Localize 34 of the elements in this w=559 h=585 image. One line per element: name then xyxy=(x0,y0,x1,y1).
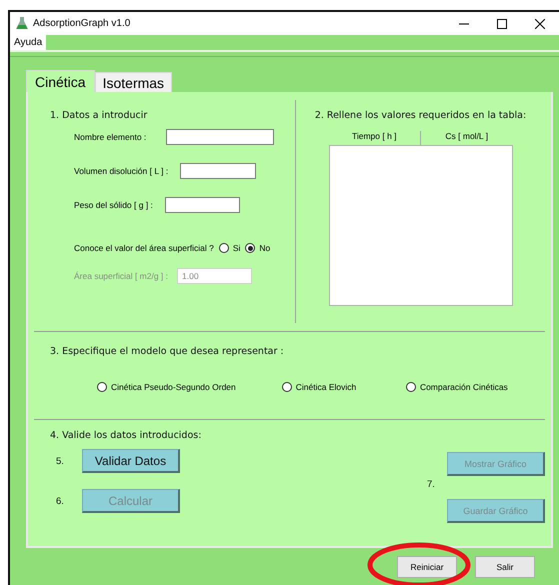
window-title: AdsorptionGraph v1.0 xyxy=(33,18,132,29)
footer-button[interactable]: Salir xyxy=(475,556,535,578)
section-heading: 2. Rellene los valores requeridos en la tabla: xyxy=(314,110,526,121)
radio-label: Cinética Elovich xyxy=(296,382,356,392)
footer-button[interactable]: Reiniciar xyxy=(397,556,457,578)
tab[interactable]: Isotermas xyxy=(94,72,172,92)
section-heading: 1. Datos a introducir xyxy=(50,110,148,121)
radio-button[interactable] xyxy=(245,243,256,253)
section-heading: 3. Especifique el modelo que desea representar : xyxy=(50,346,285,357)
flask-icon xyxy=(16,17,28,30)
radio-button[interactable] xyxy=(97,382,107,392)
step-number: 7. xyxy=(427,478,436,490)
field-label: Nombre elemento : xyxy=(74,132,146,142)
radio-label: Si xyxy=(232,243,240,253)
action-button[interactable]: Validar Datos xyxy=(82,449,180,473)
tab[interactable]: Cinética xyxy=(26,70,95,92)
radio-label: No xyxy=(259,243,270,253)
field-label: Peso del sólido [ g ] : xyxy=(74,200,153,210)
input-field[interactable] xyxy=(166,129,274,145)
radio-button[interactable] xyxy=(282,382,292,392)
radio-label: Cinética Pseudo-Segundo Orden xyxy=(111,382,236,392)
radio-label: Comparación Cinéticas xyxy=(420,382,508,392)
field-label: Área superficial [ m2/g ] : xyxy=(74,271,168,281)
step-number: 6. xyxy=(56,496,65,506)
menu-item[interactable]: Ayuda xyxy=(10,35,46,50)
radio-button[interactable] xyxy=(218,243,229,253)
input-field[interactable] xyxy=(164,197,240,213)
step-number: 5. xyxy=(56,456,65,466)
section-heading: 4. Valide los datos introducidos: xyxy=(50,430,202,441)
question-label: Conoce el valor del área superficial ? xyxy=(74,243,214,253)
radio-button[interactable] xyxy=(406,382,416,392)
column-header: Tiempo [ h ] xyxy=(350,131,398,143)
field-label: Volumen disolución [ L ] : xyxy=(74,166,168,176)
input-field[interactable] xyxy=(180,163,256,179)
